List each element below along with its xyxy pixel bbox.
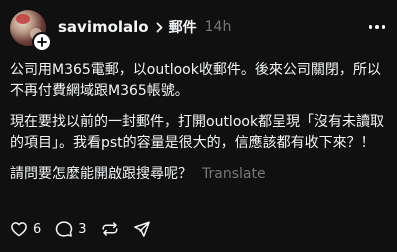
repost-button[interactable]: [101, 220, 119, 238]
like-count: 6: [33, 221, 42, 237]
comment-count: 3: [78, 221, 87, 237]
share-icon: [133, 221, 150, 237]
post-body: 公司用M365電郵，以outlook收郵件。後來公司關閉，所以不再付費網域跟M3…: [10, 60, 390, 185]
post-paragraph-3: 請問要怎麼能開啟跟搜尋呢？ Translate: [10, 164, 390, 185]
post-paragraph-1: 公司用M365電郵，以outlook收郵件。後來公司關閉，所以不再付費網域跟M3…: [10, 62, 381, 99]
chevron-right-icon: [156, 22, 163, 33]
follow-plus-icon[interactable]: [32, 32, 52, 52]
post-header: savimolalo 郵件 14h: [58, 16, 231, 38]
post-paragraph-3-text: 請問要怎麼能開啟跟搜尋呢？: [10, 166, 192, 182]
post-paragraph-2: 現在要找以前的一封郵件，打開outlook都呈現「沒有未讀取的項目」。我看pst…: [10, 114, 385, 151]
more-icon[interactable]: [368, 18, 385, 36]
timestamp: 14h: [204, 19, 232, 35]
comment-button[interactable]: 3: [55, 220, 87, 238]
post-actions: 6 3: [10, 219, 165, 239]
share-button[interactable]: [133, 220, 151, 238]
post-avatar-wrap[interactable]: [10, 10, 52, 52]
comment-icon: [56, 221, 73, 237]
heart-icon: [11, 222, 27, 237]
like-button[interactable]: 6: [10, 220, 41, 238]
repost-icon: [102, 222, 118, 236]
topic-tag[interactable]: 郵件: [169, 17, 197, 37]
username[interactable]: savimolalo: [58, 18, 149, 36]
translate-link[interactable]: Translate: [202, 166, 266, 182]
